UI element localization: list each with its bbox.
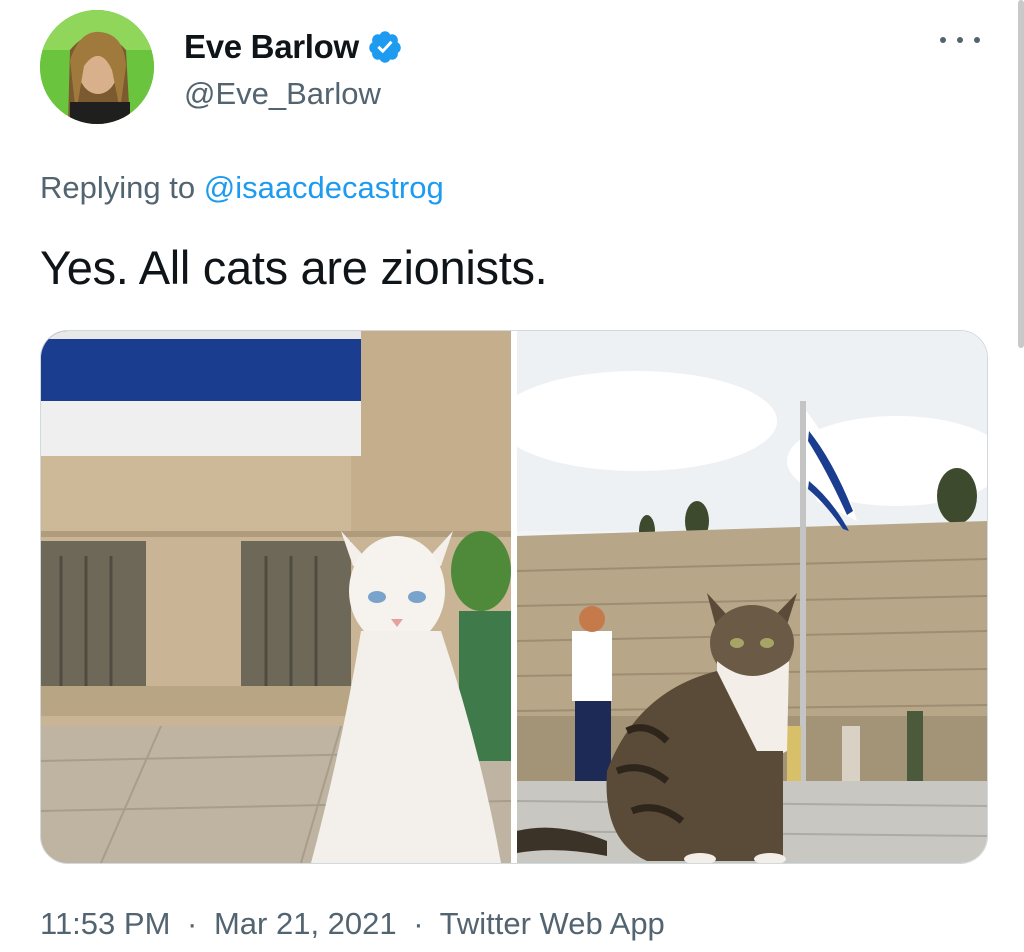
- meta-separator: ·: [413, 906, 424, 941]
- tweet-text: Yes. All cats are zionists.: [40, 241, 548, 294]
- more-dot: [974, 37, 980, 43]
- author-handle[interactable]: @Eve_Barlow: [184, 76, 381, 112]
- media-photo-1[interactable]: [41, 331, 511, 863]
- tweet-media[interactable]: [40, 330, 988, 864]
- tweet-meta: 11:53 PM · Mar 21, 2021 · Twitter Web Ap…: [40, 906, 665, 942]
- white-cat-photo: [41, 331, 511, 863]
- replying-mention-link[interactable]: @isaacdecastrog: [204, 170, 444, 205]
- tabby-cat-photo: [517, 331, 987, 863]
- tweet-date-link[interactable]: Mar 21, 2021: [214, 906, 397, 941]
- tweet-time-link[interactable]: 11:53 PM: [40, 906, 170, 941]
- more-dot: [940, 37, 946, 43]
- replying-to-line: Replying to @isaacdecastrog: [40, 170, 444, 206]
- media-photo-2[interactable]: [517, 331, 987, 863]
- verified-badge-icon: [369, 31, 401, 63]
- tweet-header: Eve Barlow @Eve_Barlow: [40, 10, 980, 130]
- meta-separator: ·: [187, 906, 198, 941]
- more-dot: [957, 37, 963, 43]
- author-name-row[interactable]: Eve Barlow: [184, 28, 403, 66]
- tweet-client: Twitter Web App: [439, 906, 665, 941]
- avatar-image: [40, 10, 154, 124]
- scrollbar[interactable]: [1018, 0, 1024, 348]
- author-display-name[interactable]: Eve Barlow: [184, 28, 359, 66]
- replying-prefix: Replying to: [40, 170, 196, 205]
- avatar[interactable]: [40, 10, 154, 124]
- more-options-icon[interactable]: [940, 30, 980, 50]
